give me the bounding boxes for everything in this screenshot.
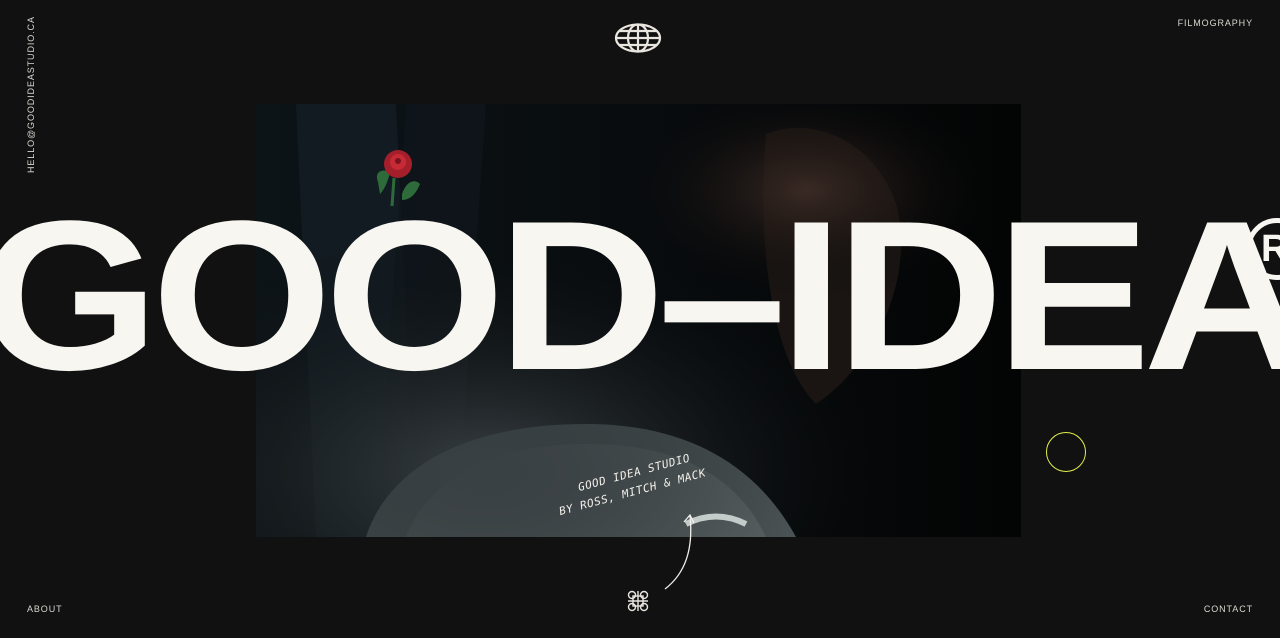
filmography-link[interactable]: FILMOGRAPHY xyxy=(1178,19,1253,28)
about-link[interactable]: ABOUT xyxy=(27,605,63,614)
contact-link[interactable]: CONTACT xyxy=(1204,605,1253,614)
brand-wordmark: GOOD–IDEA xyxy=(0,177,1280,415)
cursor-ring-icon xyxy=(1046,432,1086,472)
handwritten-arrow-icon xyxy=(664,513,695,590)
email-link[interactable]: HELLO@GOODIDEASTUDIO.CA xyxy=(26,16,36,173)
globe-icon[interactable] xyxy=(614,23,662,53)
knot-icon[interactable] xyxy=(626,589,650,613)
